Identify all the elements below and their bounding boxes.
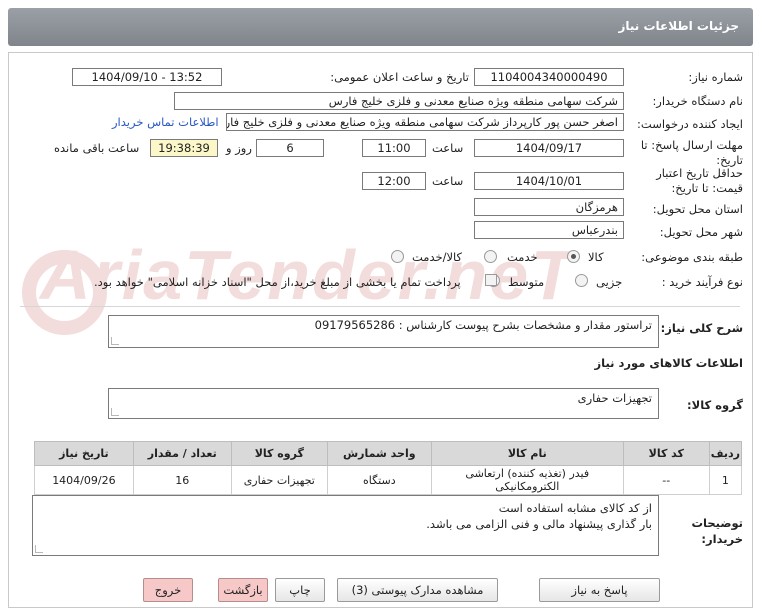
days-label: روز و	[226, 141, 252, 155]
buyer-notes-line-2: بار گذاری پیشنهاد مالی و فنی الزامی می ب…	[426, 517, 652, 531]
cell-goods-group: تجهیزات حفاری	[230, 465, 328, 495]
col-quantity: تعداد / مقدار	[132, 441, 232, 466]
goods-info-title: اطلاعات کالاهای مورد نیاز	[594, 356, 743, 370]
print-button[interactable]: چاپ	[275, 578, 325, 602]
col-need-date: تاریخ نیاز	[34, 441, 134, 466]
days-field: 6	[256, 139, 324, 157]
exit-button[interactable]: خروج	[143, 578, 193, 602]
deadline-time-label: ساعت	[432, 141, 464, 155]
goods-group-label: گروه کالا:	[687, 398, 743, 412]
description-text: تراستور مقدار و مشخصات بشرح پیوست کارشنا…	[314, 318, 652, 332]
category-option-both-label: کالا/خدمت	[412, 250, 463, 264]
goods-table: ردیف کد کالا نام کالا واحد شمارش گروه کا…	[34, 441, 743, 495]
table-row[interactable]: 1 -- فیدر (تغذیه کننده) ارتعاشی الکترومک…	[34, 465, 743, 495]
col-unit: واحد شمارش	[326, 441, 432, 466]
process-option-small-radio[interactable]	[575, 274, 588, 287]
remaining-time-field: 19:38:39	[150, 139, 218, 157]
page-header: جزئیات اطلاعات نیاز	[8, 8, 753, 46]
province-field: هرمزگان	[474, 198, 624, 216]
buyer-notes-textarea[interactable]: از کد کالای مشابه استفاده است بار گذاری …	[32, 495, 659, 556]
cell-quantity: 16	[132, 465, 232, 495]
back-button[interactable]: بازگشت	[218, 578, 268, 602]
payment-note: پرداخت تمام یا بخشی از مبلغ خرید،از محل …	[94, 275, 461, 289]
province-label: استان محل تحویل:	[652, 202, 743, 216]
cell-need-date: 1404/09/26	[34, 465, 134, 495]
cell-unit: دستگاه	[326, 465, 432, 495]
announce-date-field: 1404/09/10 - 13:52	[72, 68, 222, 86]
announce-label: تاریخ و ساعت اعلان عمومی:	[330, 70, 469, 84]
deadline-label: مهلت ارسال پاسخ: تا تاریخ:	[640, 138, 743, 167]
resize-grip-icon[interactable]	[35, 545, 43, 553]
buyer-notes-line-1: از کد کالای مشابه استفاده است	[498, 501, 652, 515]
col-goods-code: کد کالا	[622, 441, 710, 466]
resize-grip-icon[interactable]	[111, 408, 119, 416]
city-label: شهر محل تحویل:	[659, 225, 743, 239]
description-textarea[interactable]: تراستور مقدار و مشخصات بشرح پیوست کارشنا…	[108, 315, 659, 348]
cell-goods-name: فیدر (تغذیه کننده) ارتعاشی الکترومکانیکی	[430, 465, 624, 495]
city-field: بندرعباس	[474, 221, 624, 239]
col-goods-group: گروه کالا	[230, 441, 328, 466]
validity-time-field: 12:00	[362, 172, 426, 190]
category-label: طبقه بندی موضوعی:	[641, 250, 743, 264]
attachments-button[interactable]: مشاهده مدارک پیوستی (3)	[337, 578, 498, 602]
goods-group-textarea[interactable]: تجهیزات حفاری	[108, 388, 659, 419]
need-number-field: 1104004340000490	[474, 68, 624, 86]
goods-group-text: تجهیزات حفاری	[577, 391, 652, 405]
category-option-service-label: خدمت	[507, 250, 538, 264]
divider	[20, 306, 740, 307]
process-option-medium-label: متوسط	[508, 275, 545, 289]
validity-time-label: ساعت	[432, 174, 464, 188]
description-label: شرح کلی نیاز:	[660, 321, 743, 335]
buyer-notes-label: توضیحات خریدار:	[691, 516, 744, 546]
reply-button[interactable]: پاسخ به نیاز	[539, 578, 660, 602]
category-option-service-radio[interactable]	[484, 250, 497, 263]
need-number-label: شماره نیاز:	[688, 70, 743, 84]
remaining-label: ساعت باقی مانده	[54, 141, 140, 155]
col-row-number: ردیف	[708, 441, 743, 466]
page-title: جزئیات اطلاعات نیاز	[618, 19, 739, 33]
validity-label: حداقل تاریخ اعتبار قیمت: تا تاریخ:	[656, 166, 743, 195]
process-option-small-label: جزیی	[596, 275, 623, 289]
table-header-row: ردیف کد کالا نام کالا واحد شمارش گروه کا…	[34, 441, 743, 466]
process-label: نوع فرآیند خرید :	[661, 275, 743, 289]
validity-date-field: 1404/10/01	[474, 172, 624, 190]
deadline-time-field: 11:00	[362, 139, 426, 157]
buyer-contact-link[interactable]: اطلاعات تماس خریدار	[112, 115, 219, 129]
buyer-field: شرکت سهامی منطقه ویژه صنایع معدنی و فلزی…	[174, 92, 624, 110]
category-option-goods-radio[interactable]	[567, 250, 580, 263]
cell-goods-code: --	[622, 465, 710, 495]
col-goods-name: نام کالا	[430, 441, 624, 466]
buyer-label: نام دستگاه خریدار:	[652, 94, 743, 108]
requester-label: ایجاد کننده درخواست:	[637, 117, 743, 131]
cell-row-number: 1	[708, 465, 743, 495]
category-option-goods-label: کالا	[588, 250, 604, 264]
category-option-both-radio[interactable]	[391, 250, 404, 263]
deadline-date-field: 1404/09/17	[474, 139, 624, 157]
treasury-checkbox[interactable]	[485, 274, 497, 286]
resize-grip-icon[interactable]	[111, 337, 119, 345]
requester-field: اصغر حسن پور کارپرداز شرکت سهامی منطقه و…	[226, 113, 624, 131]
